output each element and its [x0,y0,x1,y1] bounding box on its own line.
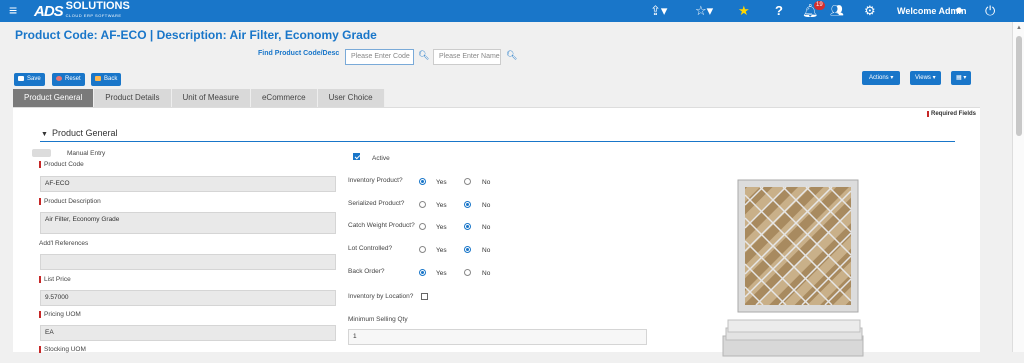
yes-label: Yes [436,224,447,231]
yes-label: Yes [436,202,447,209]
inventory-by-location-label: Inventory by Location? [348,293,414,300]
serialized-product-no-radio[interactable] [464,201,471,208]
yes-label: Yes [436,247,447,254]
min-selling-qty-label: Minimum Selling Qty [348,316,408,323]
lot-controlled-yes-radio[interactable] [419,246,426,253]
actions-button[interactable]: Actions ▾ [862,71,901,85]
no-label: No [482,179,491,186]
help-icon[interactable]: ? [775,3,783,19]
reset-button[interactable]: Reset [52,73,85,86]
gear-icon[interactable]: ⚙ [864,3,876,19]
tab-ecommerce[interactable]: eCommerce [250,89,318,107]
addl-references-label: Add'l References [39,240,89,247]
scroll-up-icon[interactable]: ▲ [1016,25,1022,31]
scrollbar[interactable]: ▲ [1012,22,1024,352]
active-checkbox[interactable] [353,153,360,160]
logo[interactable]: ADS SOLUTIONS CLOUD ERP SOFTWARE [34,0,130,20]
power-icon[interactable]: ⏻ [985,3,995,19]
inventory-product-yes-radio[interactable] [419,178,426,185]
chevron-down-icon: ▼ [41,131,48,138]
star-outline-icon[interactable]: ☆▾ [695,3,713,19]
search-icon[interactable]: 🔍︎ [506,50,517,61]
inventory-product-no-radio[interactable] [464,178,471,185]
user-circle-icon[interactable]: ● [955,2,963,18]
lot-controlled-no-radio[interactable] [464,246,471,253]
users-icon[interactable]: 👥︎ [830,3,844,19]
menu-icon[interactable]: ≡ [9,2,17,18]
page-title: Product Code: AF-ECO | Description: Air … [15,28,377,42]
no-label: No [482,224,491,231]
catch-weight-no-radio[interactable] [464,223,471,230]
page-body: Product Code: AF-ECO | Description: Air … [0,22,1012,357]
serialized-product-label: Serialized Product? [348,200,405,207]
inventory-by-location-checkbox[interactable] [421,293,428,300]
lot-controlled-label: Lot Controlled? [348,245,393,252]
grid-menu-button[interactable]: ▦ ▾ [951,71,972,85]
grid-icon: ▦ [956,75,962,81]
tab-unit-of-measure[interactable]: Unit of Measure [171,89,251,107]
save-icon [18,75,24,81]
inventory-product-label: Inventory Product? [348,177,403,184]
pricing-uom-label: Pricing UOM [39,311,81,318]
manual-entry-toggle[interactable] [32,149,51,157]
reset-icon [56,75,62,81]
logo-word: SOLUTIONS CLOUD ERP SOFTWARE [65,0,130,19]
name-search-input[interactable]: Please Enter Name [433,49,501,65]
scroll-thumb[interactable] [1016,36,1022,136]
top-bar: ≡ ADS SOLUTIONS CLOUD ERP SOFTWARE ⇪▾ ☆▾ … [0,0,1024,22]
product-code-field[interactable]: AF-ECO [40,176,336,192]
no-label: No [482,247,491,254]
back-button[interactable]: Back [91,73,122,86]
yes-label: Yes [436,270,447,277]
section-header[interactable]: ▼ Product General [41,128,117,138]
tab-product-general[interactable]: Product General [13,89,95,107]
yes-label: Yes [436,179,447,186]
share-icon[interactable]: ⇪▾ [650,3,667,19]
no-label: No [482,270,491,277]
list-price-field[interactable]: 9.57000 [40,290,336,306]
logo-mark: ADS [34,2,64,20]
catch-weight-yes-radio[interactable] [419,223,426,230]
notification-badge: 19 [814,1,825,10]
list-price-label: List Price [39,276,71,283]
tab-user-choice[interactable]: User Choice [317,89,385,107]
code-search-input[interactable]: Please Enter Code [345,49,414,65]
views-button[interactable]: Views ▾ [910,71,941,85]
active-label: Active [372,155,390,162]
product-description-field[interactable]: Air Filter, Economy Grade [40,212,336,234]
pricing-uom-field[interactable]: EA [40,325,336,341]
required-fields-note: Required Fields [927,111,976,117]
tab-product-details[interactable]: Product Details [94,89,172,107]
tab-bar: Product General Product Details Unit of … [13,89,385,107]
form-panel: Required Fields ▼ Product General Manual … [13,107,980,357]
search-icon[interactable]: 🔍︎ [418,50,429,61]
product-description-label: Product Description [39,198,101,205]
product-image [722,179,864,357]
save-button[interactable]: Save [14,73,45,86]
star-filled-icon[interactable]: ★ [738,3,750,19]
section-divider [40,141,955,142]
back-order-label: Back Order? [348,268,385,275]
addl-references-field[interactable] [40,254,336,270]
catch-weight-label: Catch Weight Product? [348,222,415,229]
serialized-product-yes-radio[interactable] [419,201,426,208]
back-order-yes-radio[interactable] [419,269,426,276]
back-icon [95,75,101,81]
no-label: No [482,202,491,209]
min-selling-qty-field[interactable]: 1 [348,329,647,345]
product-code-label: Product Code [39,161,84,168]
manual-entry-label: Manual Entry [67,150,106,157]
find-label: Find Product Code/Desc [258,50,340,57]
back-order-no-radio[interactable] [464,269,471,276]
